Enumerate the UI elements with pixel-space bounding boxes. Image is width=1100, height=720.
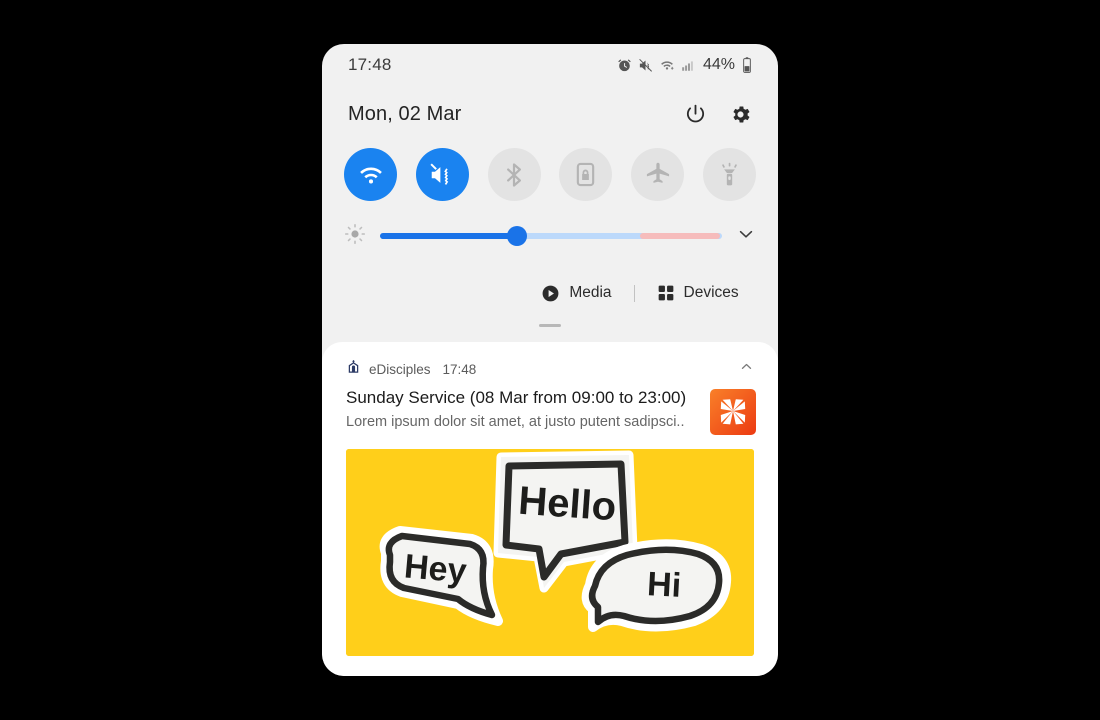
gear-icon[interactable] (729, 103, 752, 126)
status-bar: 17:48 44% (322, 44, 778, 86)
toggle-bluetooth[interactable] (487, 148, 541, 201)
grid-dots-icon (657, 284, 675, 302)
devices-label: Devices (683, 284, 739, 301)
slider-fill (380, 233, 517, 239)
wifi-icon (357, 161, 385, 189)
notification-picture[interactable]: Hello Hey Hi (346, 449, 754, 656)
notification-header: eDisciples 17:48 (322, 342, 778, 379)
media-label: Media (569, 284, 612, 301)
bluetooth-icon (500, 161, 528, 189)
speech-bubble-hi: Hi (581, 539, 732, 632)
toggle-flashlight[interactable] (702, 148, 756, 201)
signal-icon (681, 58, 695, 73)
flashlight-icon (716, 161, 743, 188)
toggle-airplane-mode[interactable] (631, 148, 685, 201)
svg-text:Hi: Hi (646, 565, 682, 605)
power-icon[interactable] (684, 103, 707, 126)
svg-text:Hey: Hey (403, 547, 469, 590)
toggle-sound[interactable] (415, 148, 469, 201)
lock-card-icon (572, 161, 599, 188)
vibrate-icon (638, 58, 653, 73)
chevron-down-icon[interactable] (736, 224, 756, 249)
slider-track-high-range (639, 233, 721, 239)
brightness-slider[interactable] (380, 226, 722, 246)
notification-app-thumbnail (710, 389, 756, 435)
date-row: Mon, 02 Mar (322, 88, 778, 140)
devices-button[interactable]: Devices (657, 284, 739, 302)
svg-text:Hello: Hello (517, 479, 618, 530)
date-label: Mon, 02 Mar (348, 102, 462, 125)
status-bar-clock: 17:48 (348, 55, 392, 74)
screenshot-root: 17:48 44% Mon, 02 Mar Media Devices eDis… (0, 0, 1100, 720)
notification-time: 17:48 (442, 361, 477, 377)
quick-toggles-row (322, 148, 778, 201)
pinwheel-logo-icon (710, 389, 756, 435)
wifi-icon (659, 58, 675, 73)
alarm-icon (617, 58, 632, 73)
notification-subtitle: Lorem ipsum dolor sit amet, at justo put… (346, 414, 685, 431)
airplane-icon (644, 161, 672, 189)
notification-app-name: eDisciples (369, 361, 431, 377)
slider-thumb[interactable] (506, 226, 527, 246)
notification-text-block: Sunday Service (08 Mar from 09:00 to 23:… (346, 387, 698, 431)
media-devices-row: Media Devices (322, 272, 778, 314)
brightness-icon[interactable] (344, 223, 366, 250)
battery-percent-label: 44% (702, 56, 735, 73)
toggle-wifi[interactable] (344, 148, 397, 201)
notification-body: Sunday Service (08 Mar from 09:00 to 23:… (322, 379, 778, 435)
vibrate-icon (428, 161, 456, 189)
toggle-secure-folder[interactable] (559, 148, 613, 201)
status-bar-icons: 44% (617, 56, 752, 74)
date-row-actions (684, 103, 752, 126)
panel-drag-handle[interactable] (539, 324, 561, 327)
notification-title: Sunday Service (08 Mar from 09:00 to 23:… (346, 388, 687, 407)
brightness-slider-row (322, 216, 778, 256)
play-circle-icon (541, 284, 560, 303)
chevron-up-icon[interactable] (739, 359, 754, 379)
media-button[interactable]: Media (541, 284, 612, 303)
quick-settings-panel: 17:48 44% Mon, 02 Mar Media Devices eDis… (322, 44, 778, 676)
media-devices-divider (633, 284, 635, 302)
battery-icon (742, 57, 752, 73)
church-icon (346, 359, 361, 379)
notification-card[interactable]: eDisciples 17:48 Sunday Service (08 Mar … (322, 342, 778, 676)
